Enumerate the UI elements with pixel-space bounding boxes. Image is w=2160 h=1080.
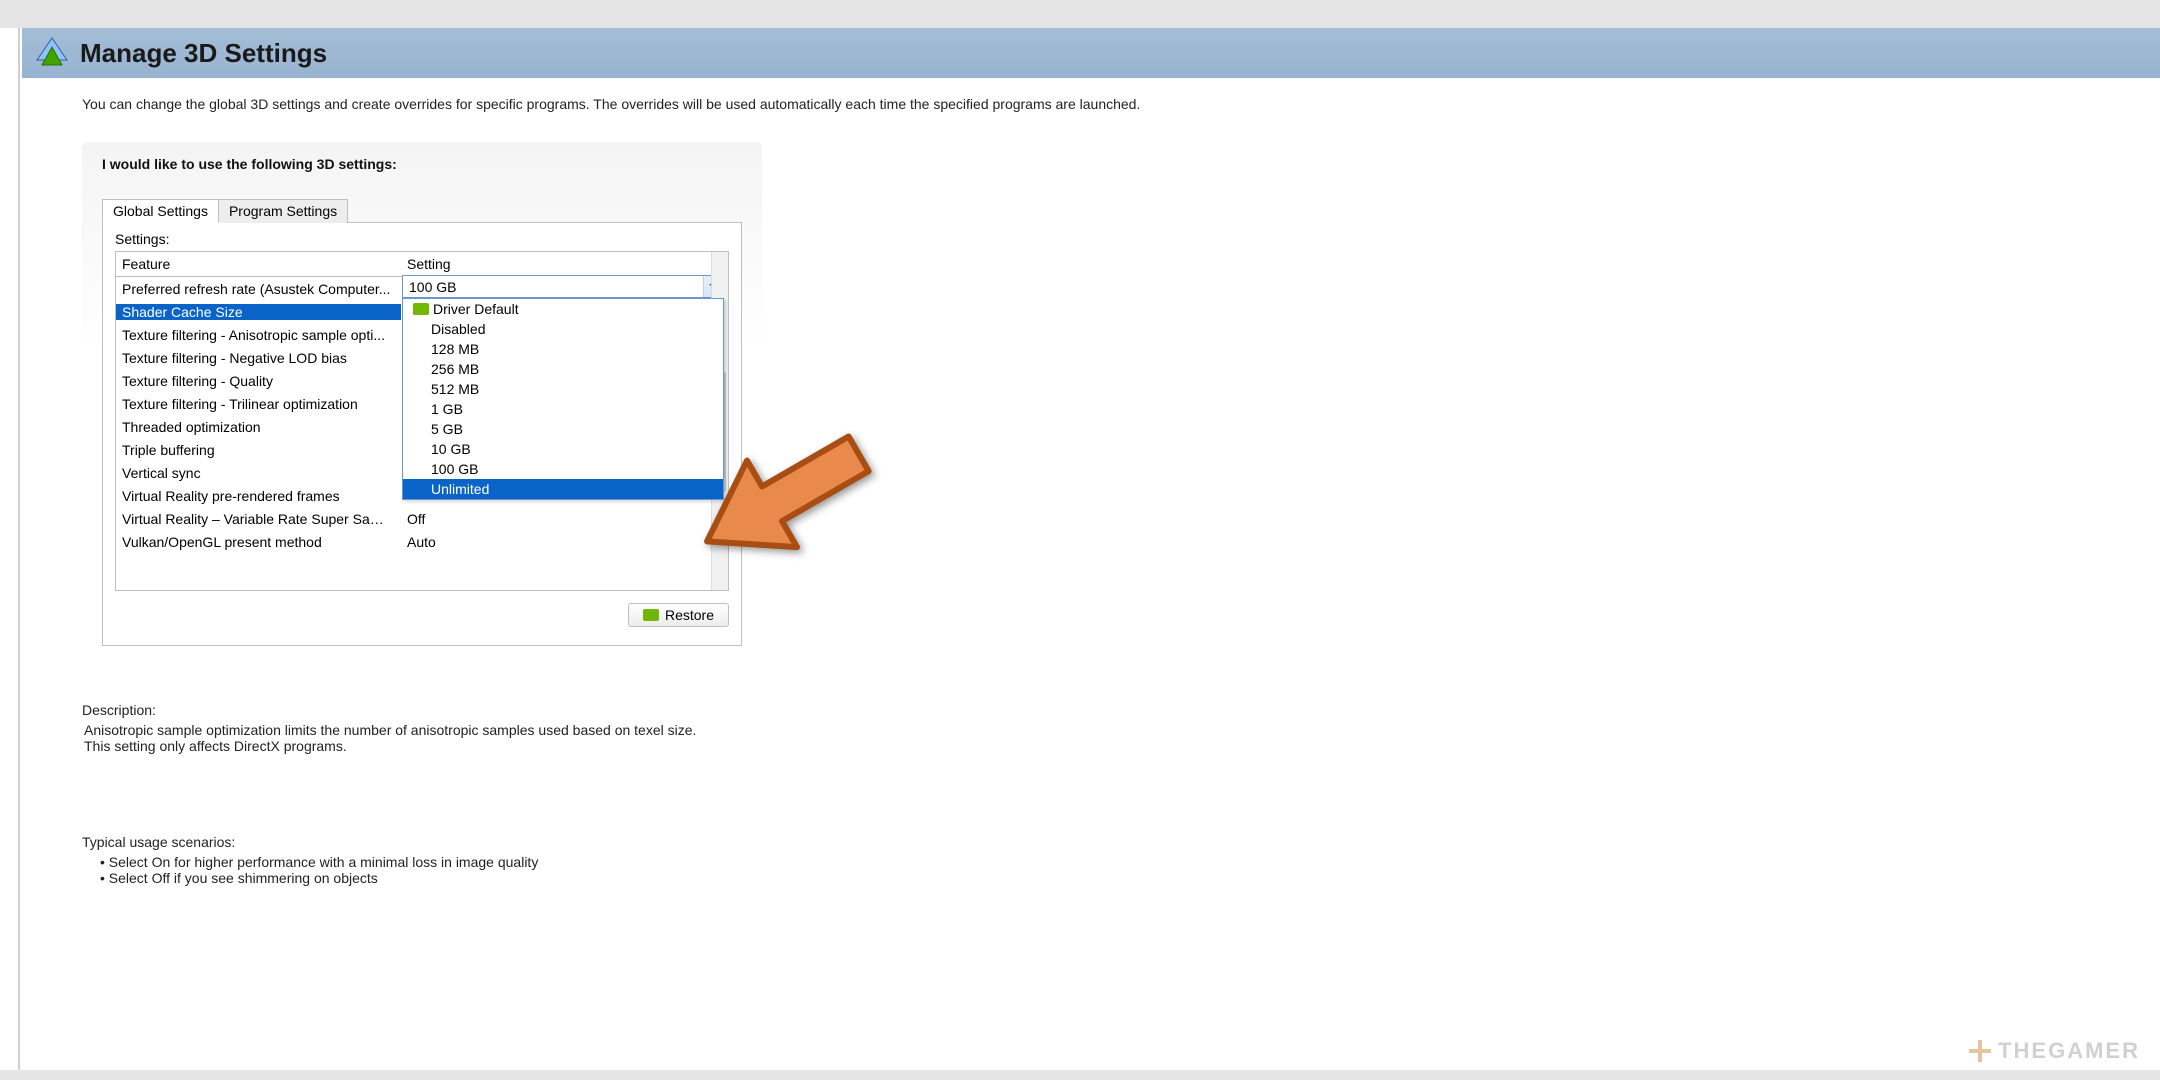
dropdown-option[interactable]: 256 MB [403,359,723,379]
letterbox-top [0,0,2160,28]
dropdown-option-label: Unlimited [431,481,489,497]
cell-setting: Auto [401,534,728,550]
dropdown-option[interactable]: 100 GB [403,459,723,479]
settings-caption: Settings: [115,231,729,247]
cell-feature: Shader Cache Size [116,304,401,320]
dropdown-option[interactable]: 512 MB [403,379,723,399]
dropdown-option-label: 512 MB [431,381,479,397]
dropdown-option-label: 100 GB [431,461,478,477]
restore-label: Restore [665,607,714,623]
intro-text: You can change the global 3D settings an… [82,96,2100,112]
cell-feature: Vulkan/OpenGL present method [116,534,401,550]
tab-body: Settings: Feature Setting Preferred refr… [102,222,742,646]
combo-value: 100 GB [403,279,462,295]
dropdown-option-label: 10 GB [431,441,471,457]
usage-block: Typical usage scenarios: • Select On for… [82,834,762,886]
cell-feature: Texture filtering - Trilinear optimizati… [116,396,401,412]
description-text: Anisotropic sample optimization limits t… [84,722,724,754]
column-header-feature[interactable]: Feature [116,252,401,276]
tab-program-settings[interactable]: Program Settings [218,199,348,223]
cell-feature: Texture filtering - Quality [116,373,401,389]
cell-feature: Triple buffering [116,442,401,458]
dropdown-option[interactable]: Unlimited [403,479,723,499]
nvidia-panel-icon [34,35,70,71]
dropdown-option-label: Driver Default [433,301,519,317]
description-heading: Description: [82,702,762,718]
cell-feature: Threaded optimization [116,419,401,435]
cell-feature: Vertical sync [116,465,401,481]
tab-row: Global Settings Program Settings [102,198,742,222]
tab-global-settings[interactable]: Global Settings [102,199,219,223]
dropdown-option[interactable]: Driver Default [403,299,723,319]
shader-cache-size-dropdown[interactable]: Driver Default Disabled 128 MB 256 MB 512 MB… [402,298,724,500]
panel-label: I would like to use the following 3D set… [102,156,742,172]
usage-bullet: • Select On for higher performance with … [100,854,762,870]
settings-panel: I would like to use the following 3D set… [82,142,762,668]
dropdown-option-label: 256 MB [431,361,479,377]
watermark: THEGAMER [1968,1038,2140,1064]
cell-feature: Virtual Reality – Variable Rate Super Sa… [116,511,401,527]
usage-bullet: • Select Off if you see shimmering on ob… [100,870,762,886]
table-row[interactable]: Vulkan/OpenGL present methodAuto [116,530,728,553]
cell-feature: Texture filtering - Anisotropic sample o… [116,327,401,343]
restore-button[interactable]: Restore [628,603,729,627]
dropdown-option-label: 5 GB [431,421,463,437]
content-area: You can change the global 3D settings an… [22,78,2160,1070]
grid-header: Feature Setting [116,252,728,277]
nvidia-logo-icon [413,303,429,315]
dropdown-option[interactable]: 5 GB [403,419,723,439]
description-block: Description: Anisotropic sample optimiza… [82,702,762,754]
header-banner: Manage 3D Settings [22,28,2160,78]
table-row[interactable]: Virtual Reality – Variable Rate Super Sa… [116,507,728,530]
cell-feature: Preferred refresh rate (Asustek Computer… [116,281,401,297]
watermark-icon [1968,1039,1992,1063]
column-header-setting[interactable]: Setting [401,252,728,276]
page-title: Manage 3D Settings [80,38,327,69]
dropdown-option[interactable]: Disabled [403,319,723,339]
nvidia-logo-icon [643,609,659,621]
letterbox-bottom [0,1070,2160,1080]
dropdown-option[interactable]: 1 GB [403,399,723,419]
cell-feature: Virtual Reality pre-rendered frames [116,488,401,504]
dropdown-option[interactable]: 128 MB [403,339,723,359]
shader-cache-size-combo[interactable]: 100 GB [402,275,724,298]
settings-grid: Feature Setting Preferred refresh rate (… [115,251,729,591]
dropdown-option-label: 128 MB [431,341,479,357]
sidebar-divider [0,28,20,1070]
dropdown-option-label: 1 GB [431,401,463,417]
dropdown-option[interactable]: 10 GB [403,439,723,459]
watermark-text: THEGAMER [1998,1038,2140,1064]
annotation-arrow-icon [680,420,900,590]
usage-heading: Typical usage scenarios: [82,834,762,850]
cell-feature: Texture filtering - Negative LOD bias [116,350,401,366]
cell-setting: Off [401,511,728,527]
dropdown-option-label: Disabled [431,321,485,337]
